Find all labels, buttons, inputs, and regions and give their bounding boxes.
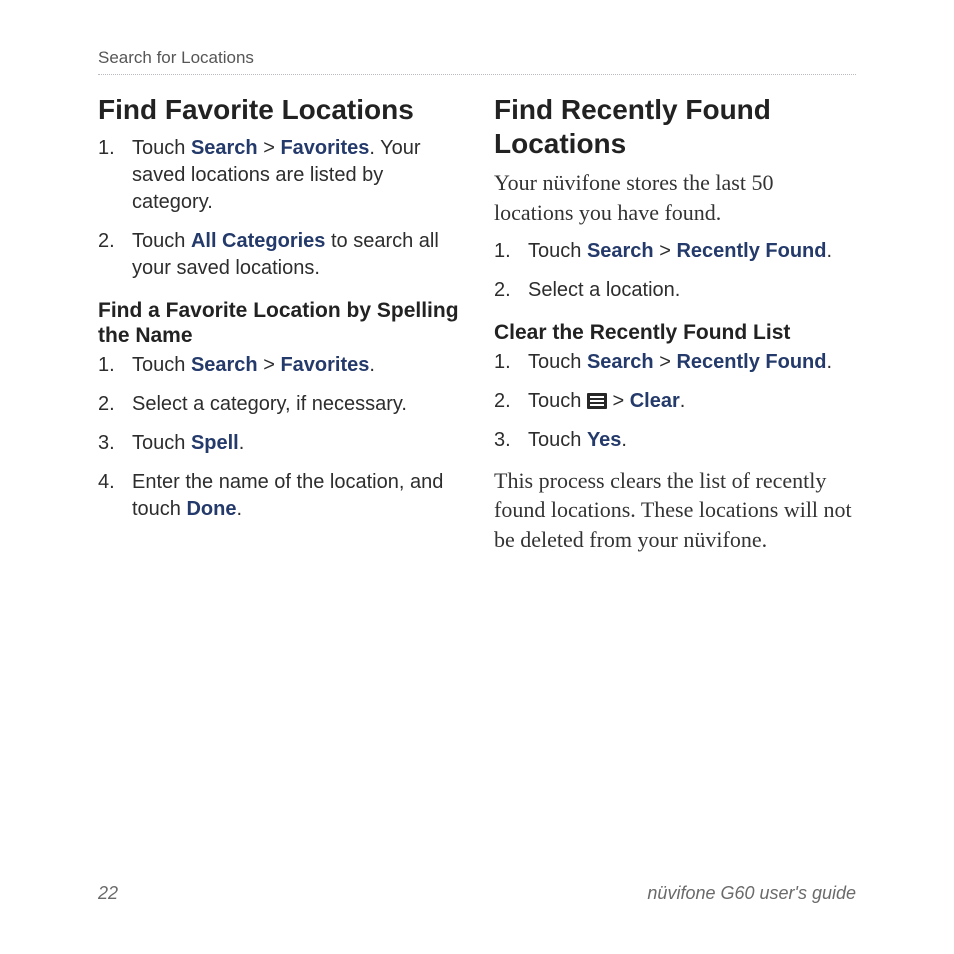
step-item: Touch Spell.	[98, 430, 460, 457]
step-item: Select a location.	[494, 277, 856, 304]
intro-text: Your nüvifone stores the last 50 locatio…	[494, 168, 856, 227]
steps-spell: Touch Search > Favorites. Select a categ…	[98, 352, 460, 523]
step-text: .	[239, 432, 245, 454]
step-text: Select a location.	[528, 279, 680, 301]
step-text: >	[654, 240, 677, 262]
keyword: Recently Found	[676, 351, 826, 373]
keyword: Yes	[587, 429, 621, 451]
step-text: Touch	[528, 240, 587, 262]
step-text: >	[258, 137, 281, 159]
step-text: Touch	[132, 432, 191, 454]
step-text: >	[607, 390, 630, 412]
keyword: Spell	[191, 432, 239, 454]
step-text: Touch	[132, 354, 191, 376]
keyword: Search	[191, 137, 258, 159]
step-text: .	[621, 429, 627, 451]
step-text: .	[369, 354, 375, 376]
step-item: Touch Search > Recently Found.	[494, 349, 856, 376]
keyword: All Categories	[191, 230, 325, 252]
subsection-title-spell: Find a Favorite Location by Spelling the…	[98, 298, 460, 348]
step-text: Touch	[132, 137, 191, 159]
keyword: Clear	[630, 390, 680, 412]
step-item: Touch > Clear.	[494, 388, 856, 415]
menu-icon	[587, 393, 607, 409]
breadcrumb: Search for Locations	[98, 48, 856, 75]
section-title-favorites: Find Favorite Locations	[98, 93, 460, 127]
subsection-title-clear: Clear the Recently Found List	[494, 320, 856, 345]
section-title-recent: Find Recently Found Locations	[494, 93, 856, 160]
step-text: >	[258, 354, 281, 376]
step-text: .	[826, 351, 832, 373]
page-footer: 22 nüvifone G60 user's guide	[98, 883, 856, 904]
step-text: Select a category, if necessary.	[132, 393, 407, 415]
step-text: Touch	[528, 429, 587, 451]
step-text: Touch	[132, 230, 191, 252]
keyword: Recently Found	[676, 240, 826, 262]
keyword: Search	[191, 354, 258, 376]
steps-favorites: Touch Search > Favorites. Your saved loc…	[98, 135, 460, 282]
content-columns: Find Favorite Locations Touch Search > F…	[98, 93, 856, 555]
step-text: Touch	[528, 390, 587, 412]
clear-note: This process clears the list of recently…	[494, 466, 856, 555]
keyword: Search	[587, 240, 654, 262]
right-column: Find Recently Found Locations Your nüvif…	[494, 93, 856, 555]
step-item: Enter the name of the location, and touc…	[98, 469, 460, 523]
page-number: 22	[98, 883, 118, 904]
keyword: Favorites	[280, 137, 369, 159]
step-item: Touch Search > Favorites.	[98, 352, 460, 379]
steps-clear: Touch Search > Recently Found. Touch > C…	[494, 349, 856, 454]
step-item: Touch All Categories to search all your …	[98, 228, 460, 282]
step-text: .	[826, 240, 832, 262]
step-item: Select a category, if necessary.	[98, 391, 460, 418]
step-text: Enter the name of the location, and touc…	[132, 471, 443, 520]
step-text: .	[236, 498, 242, 520]
keyword: Favorites	[280, 354, 369, 376]
guide-title: nüvifone G60 user's guide	[647, 883, 856, 904]
keyword: Search	[587, 351, 654, 373]
steps-recent: Touch Search > Recently Found. Select a …	[494, 238, 856, 304]
step-item: Touch Search > Recently Found.	[494, 238, 856, 265]
step-text: Touch	[528, 351, 587, 373]
step-text: .	[680, 390, 686, 412]
step-item: Touch Search > Favorites. Your saved loc…	[98, 135, 460, 216]
keyword: Done	[186, 498, 236, 520]
left-column: Find Favorite Locations Touch Search > F…	[98, 93, 460, 555]
step-item: Touch Yes.	[494, 427, 856, 454]
step-text: >	[654, 351, 677, 373]
